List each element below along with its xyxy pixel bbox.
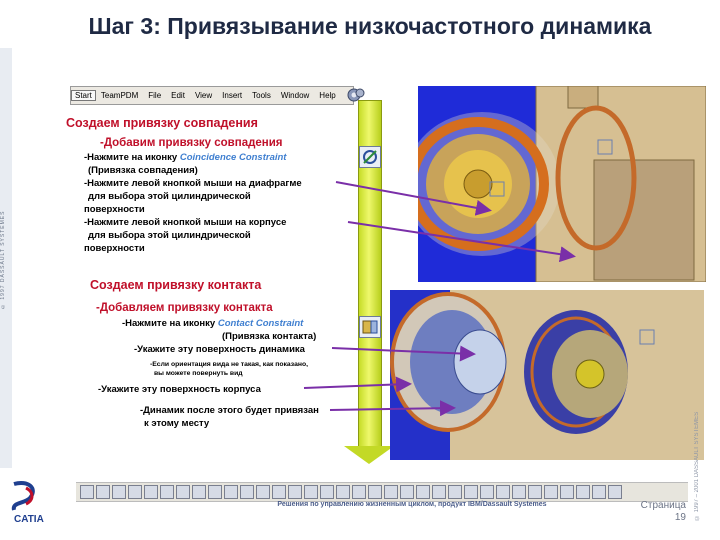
paste-icon[interactable] — [176, 485, 190, 499]
help-icon[interactable] — [224, 485, 238, 499]
rotate-icon[interactable] — [288, 485, 302, 499]
normal-view-icon[interactable] — [336, 485, 350, 499]
pan-icon[interactable] — [272, 485, 286, 499]
measure-icon[interactable] — [432, 485, 446, 499]
tree-icon[interactable] — [256, 485, 270, 499]
page-indicator: Страница 19 — [616, 500, 686, 524]
existing-component-icon[interactable] — [592, 485, 606, 499]
fly-mode-icon[interactable] — [416, 485, 430, 499]
constraint-icon[interactable] — [528, 485, 542, 499]
save-icon[interactable] — [112, 485, 126, 499]
catia-bottom-toolbar — [76, 482, 688, 502]
zoom-out-icon[interactable] — [320, 485, 334, 499]
slide-footer: Решения по управлению жизненным циклом, … — [277, 501, 547, 508]
snap-icon[interactable] — [480, 485, 494, 499]
swap-visible-icon[interactable] — [400, 485, 414, 499]
iso-view-icon[interactable] — [352, 485, 366, 499]
manipulate-icon[interactable] — [464, 485, 478, 499]
page-label: Страница — [640, 500, 686, 511]
offset-constraint-icon[interactable] — [544, 485, 558, 499]
svg-text:CATIA: CATIA — [14, 514, 44, 524]
print-icon[interactable] — [128, 485, 142, 499]
right-vertical-copyright: © 1997 – 2001 DASSAULT SYSTEMES — [694, 411, 700, 520]
redo-icon[interactable] — [208, 485, 222, 499]
update-icon[interactable] — [512, 485, 526, 499]
fix-icon[interactable] — [448, 485, 462, 499]
formula-icon[interactable] — [240, 485, 254, 499]
pointer-arrows — [303, 181, 576, 417]
zoom-in-icon[interactable] — [304, 485, 318, 499]
page-number: 19 — [674, 512, 686, 523]
catalog-icon[interactable] — [608, 485, 622, 499]
hide-show-icon[interactable] — [384, 485, 398, 499]
shading-icon[interactable] — [368, 485, 382, 499]
open-folder-icon[interactable] — [96, 485, 110, 499]
new-file-icon[interactable] — [80, 485, 94, 499]
angle-constraint-icon[interactable] — [560, 485, 574, 499]
fix-component-icon[interactable] — [576, 485, 590, 499]
copy-icon[interactable] — [160, 485, 174, 499]
undo-icon[interactable] — [192, 485, 206, 499]
explode-icon[interactable] — [496, 485, 510, 499]
cut-icon[interactable] — [144, 485, 158, 499]
catia-logo: CATIA — [11, 481, 44, 524]
